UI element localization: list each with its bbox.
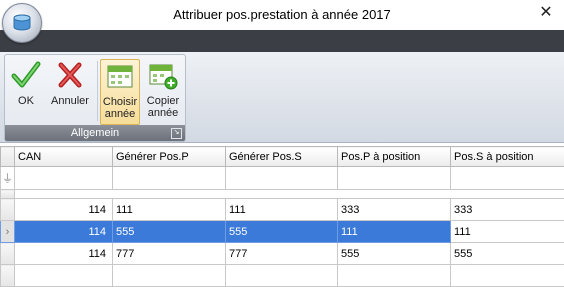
cell-pos-p-a-position[interactable]: 111 [338,221,451,243]
cell-generer-pos-s[interactable]: 555 [226,221,338,243]
cell-pos-s-a-position[interactable]: 333 [451,199,564,221]
database-icon [11,12,33,34]
new-row[interactable] [1,265,564,287]
calendar-icon [105,60,135,92]
calendar-add-icon [148,59,178,91]
cell-pos-s-a-position[interactable]: 555 [451,243,564,265]
dialog-launcher-icon[interactable]: ↘ [171,128,182,139]
column-header-pos-s-a-position[interactable]: Pos.S à position [451,147,564,167]
row-indicator[interactable] [1,199,15,221]
close-button[interactable]: ✕ [536,3,556,23]
cell-pos-s-a-position-focused[interactable]: 111 [451,221,564,243]
filter-cell-can[interactable] [15,167,113,190]
row-indicator[interactable] [1,243,15,265]
current-row-indicator-icon[interactable]: › [1,221,15,243]
cell-generer-pos-p[interactable]: 555 [113,221,226,243]
cell-pos-p-a-position[interactable]: 555 [338,243,451,265]
ribbon-separator [97,61,98,121]
ok-label: OK [18,95,34,107]
filter-cell-pos-s-a-position[interactable] [451,167,564,190]
cell-can[interactable]: 114 [15,221,113,243]
ok-button[interactable]: OK [9,59,43,123]
column-header-generer-pos-s[interactable]: Générer Pos.S [226,147,338,167]
app-menu-button[interactable] [2,3,42,43]
column-header-generer-pos-p[interactable]: Générer Pos.P [113,147,226,167]
ribbon: OK Annuler Choisir année [0,52,564,143]
filter-spacer [1,190,564,199]
table-row[interactable]: 114 111 111 333 333 [1,199,564,221]
title-bar: Attribuer pos.prestation à année 2017 ✕ [0,0,564,30]
cell-can[interactable]: 114 [15,199,113,221]
row-indicator-header [1,147,15,167]
cell-can[interactable]: 114 [15,243,113,265]
choisir-annee-label: Choisir année [103,96,137,120]
annuler-label: Annuler [51,95,89,107]
column-header-can[interactable]: CAN [15,147,113,167]
cell-generer-pos-p[interactable]: 777 [113,243,226,265]
x-icon [55,59,85,91]
filter-cell-generer-pos-s[interactable] [226,167,338,190]
ribbon-group-label: Allgemein ↘ [5,125,185,141]
cell-generer-pos-s[interactable]: 111 [226,199,338,221]
new-row-indicator[interactable] [1,265,15,287]
header-row: CAN Générer Pos.P Générer Pos.S Pos.P à … [1,147,564,167]
filter-icon[interactable]: ⏚ [1,167,15,190]
ribbon-tab-bar [0,30,564,52]
ribbon-group-allgemein: OK Annuler Choisir année [4,54,186,142]
annuler-button[interactable]: Annuler [47,59,93,123]
column-header-pos-p-a-position[interactable]: Pos.P à position [338,147,451,167]
window-title: Attribuer pos.prestation à année 2017 [0,7,564,22]
filter-cell-generer-pos-p[interactable] [113,167,226,190]
table-row[interactable]: 114 777 777 555 555 [1,243,564,265]
filter-row: ⏚ [1,167,564,190]
filter-cell-pos-p-a-position[interactable] [338,167,451,190]
data-grid: CAN Générer Pos.P Générer Pos.S Pos.P à … [0,146,564,263]
copier-annee-label: Copier année [147,95,179,119]
choisir-annee-button[interactable]: Choisir année [100,59,140,125]
cell-generer-pos-s[interactable]: 777 [226,243,338,265]
cell-pos-p-a-position[interactable]: 333 [338,199,451,221]
cell-generer-pos-p[interactable]: 111 [113,199,226,221]
copier-annee-button[interactable]: Copier année [143,59,183,123]
check-icon [11,59,41,91]
group-label-text: Allgemein [71,127,119,139]
table-row-selected[interactable]: › 114 555 555 111 111 [1,221,564,243]
